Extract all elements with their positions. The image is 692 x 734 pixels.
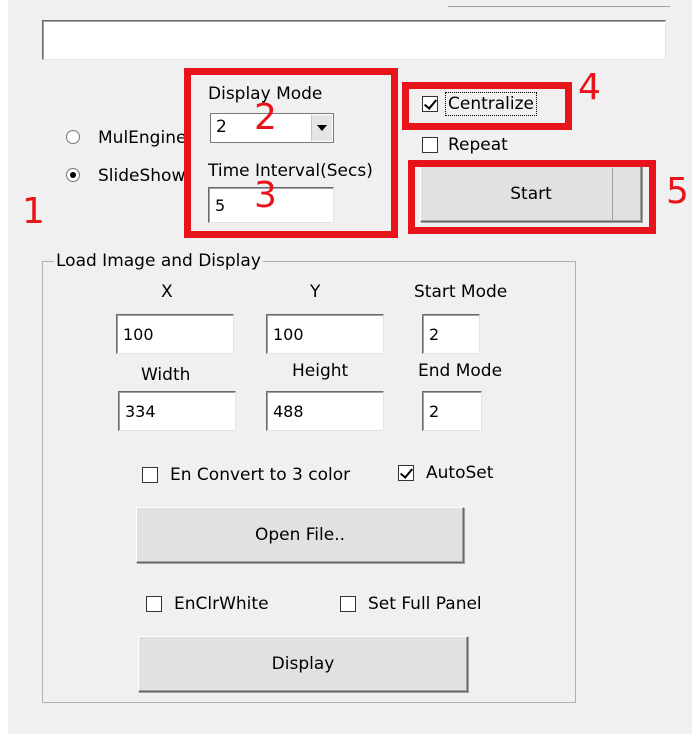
x-value: 100 <box>123 325 154 344</box>
mulengine-radio[interactable] <box>66 130 80 144</box>
en-convert-checkbox[interactable] <box>142 467 158 483</box>
start-mode-input[interactable]: 2 <box>422 314 480 354</box>
en-convert-label: En Convert to 3 color <box>170 465 351 485</box>
set-full-panel-checkbox[interactable] <box>340 596 356 612</box>
x-label: X <box>161 282 173 302</box>
top-divider <box>448 6 670 7</box>
width-value: 334 <box>125 402 156 421</box>
mulengine-label: MulEngine <box>98 128 187 148</box>
slideshow-radio[interactable] <box>66 168 80 182</box>
end-mode-value: 2 <box>429 402 440 421</box>
y-value: 100 <box>273 325 304 344</box>
load-image-group-title: Load Image and Display <box>54 250 263 272</box>
screenshot-root: MulEngine SlideShow Display Mode 2 Time … <box>0 0 692 734</box>
set-full-panel-label: Set Full Panel <box>368 594 482 614</box>
annotation-number-3: 3 <box>254 175 277 216</box>
display-button[interactable]: Display <box>138 636 468 692</box>
end-mode-label: End Mode <box>418 361 503 381</box>
start-mode-label: Start Mode <box>414 282 508 302</box>
width-input[interactable]: 334 <box>118 391 236 431</box>
autoset-label: AutoSet <box>426 463 494 483</box>
height-input[interactable]: 488 <box>266 391 384 431</box>
autoset-checkbox[interactable] <box>398 465 414 481</box>
annotation-number-1: 1 <box>22 191 45 232</box>
enclrwhite-checkbox[interactable] <box>146 596 162 612</box>
status-field[interactable] <box>42 20 666 60</box>
repeat-checkbox[interactable] <box>422 137 438 153</box>
slideshow-label: SlideShow <box>98 166 186 186</box>
end-mode-input[interactable]: 2 <box>422 391 482 431</box>
annotation-number-4: 4 <box>578 67 601 108</box>
x-input[interactable]: 100 <box>116 314 234 354</box>
annotation-number-2: 2 <box>254 97 277 138</box>
start-mode-value: 2 <box>429 325 440 344</box>
height-label: Height <box>292 361 349 381</box>
open-file-button[interactable]: Open File.. <box>136 507 464 563</box>
height-value: 488 <box>273 402 304 421</box>
annotation-box-2-3 <box>184 68 398 238</box>
y-label: Y <box>310 282 321 302</box>
annotation-box-5 <box>408 160 656 234</box>
repeat-label: Repeat <box>448 135 508 155</box>
annotation-box-4 <box>402 82 572 130</box>
y-input[interactable]: 100 <box>266 314 384 354</box>
annotation-number-5: 5 <box>666 171 689 212</box>
width-label: Width <box>141 365 191 385</box>
enclrwhite-label: EnClrWhite <box>174 594 269 614</box>
